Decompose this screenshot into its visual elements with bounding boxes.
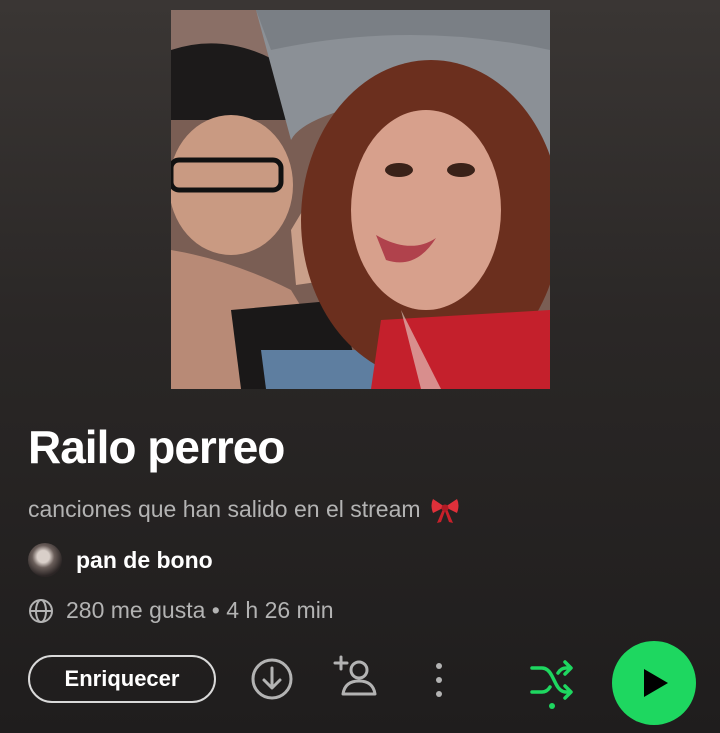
owner-name[interactable]: pan de bono — [76, 547, 213, 574]
description-text: canciones que han salido en el stream — [28, 495, 421, 522]
playlist-description: canciones que han salido en el stream — [28, 493, 461, 525]
add-collaborator-button[interactable] — [333, 654, 379, 700]
play-icon — [644, 669, 668, 697]
enrich-button[interactable]: Enriquecer — [28, 655, 216, 703]
more-options-icon — [436, 663, 442, 697]
download-circle-icon — [251, 658, 293, 700]
download-button[interactable] — [250, 657, 294, 701]
meta-text: 280 me gusta • 4 h 26 min — [66, 597, 334, 623]
playlist-title: Railo perreo — [28, 421, 285, 473]
add-collaborator-icon — [333, 655, 377, 696]
shuffle-icon — [530, 660, 573, 709]
playlist-meta: 280 me gusta • 4 h 26 min — [28, 597, 334, 624]
playlist-cover-image — [171, 10, 550, 389]
shuffle-button[interactable] — [528, 656, 576, 710]
playlist-owner[interactable]: pan de bono — [28, 543, 213, 577]
globe-icon — [29, 598, 53, 623]
bow-emoji — [429, 493, 461, 525]
play-button[interactable] — [612, 641, 696, 725]
owner-avatar[interactable] — [28, 543, 62, 577]
more-options-button[interactable] — [427, 658, 451, 702]
